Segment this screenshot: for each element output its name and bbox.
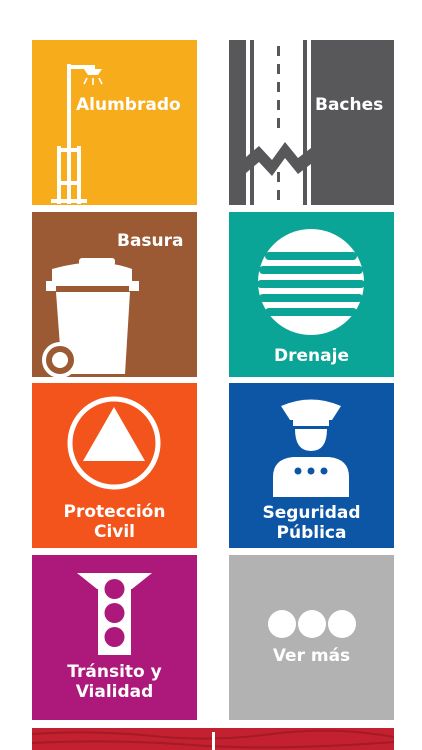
- tile-basura[interactable]: Basura: [32, 212, 197, 377]
- tile-seguridad-publica-label: Seguridad Pública: [229, 503, 394, 543]
- tile-ver-mas[interactable]: Ver más: [229, 555, 394, 720]
- tile-seguridad-publica[interactable]: Seguridad Pública: [229, 383, 394, 548]
- bottom-banner[interactable]: [32, 728, 394, 750]
- tile-drenaje-label: Drenaje: [274, 346, 349, 366]
- tile-alumbrado[interactable]: Alumbrado: [32, 40, 197, 205]
- tile-drenaje[interactable]: Drenaje: [229, 212, 394, 377]
- label-line-2: Civil: [93, 522, 136, 542]
- tile-baches[interactable]: Baches: [229, 40, 394, 205]
- label-line-2: Pública: [276, 523, 347, 543]
- label-line-1: Protección: [63, 502, 166, 522]
- streetlight-icon: [51, 64, 103, 204]
- label-line-2: Vialidad: [75, 682, 154, 702]
- tile-proteccion-civil[interactable]: Protección Civil: [32, 383, 197, 548]
- road-pothole-icon: [246, 40, 311, 205]
- tile-baches-label: Baches: [315, 95, 384, 115]
- tile-ver-mas-label: Ver más: [272, 646, 351, 666]
- label-line-1: Seguridad: [262, 503, 361, 523]
- tile-proteccion-civil-label: Protección Civil: [32, 502, 197, 542]
- tile-alumbrado-label: Alumbrado: [76, 95, 181, 115]
- map-texture-icon: [32, 729, 394, 750]
- more-dots-icon: [268, 610, 356, 638]
- tile-transito-vialidad[interactable]: Tránsito y Vialidad: [32, 555, 197, 720]
- label-line-1: Tránsito y: [67, 662, 162, 682]
- tile-basura-label: Basura: [117, 231, 184, 251]
- tile-transito-vialidad-label: Tránsito y Vialidad: [32, 662, 197, 702]
